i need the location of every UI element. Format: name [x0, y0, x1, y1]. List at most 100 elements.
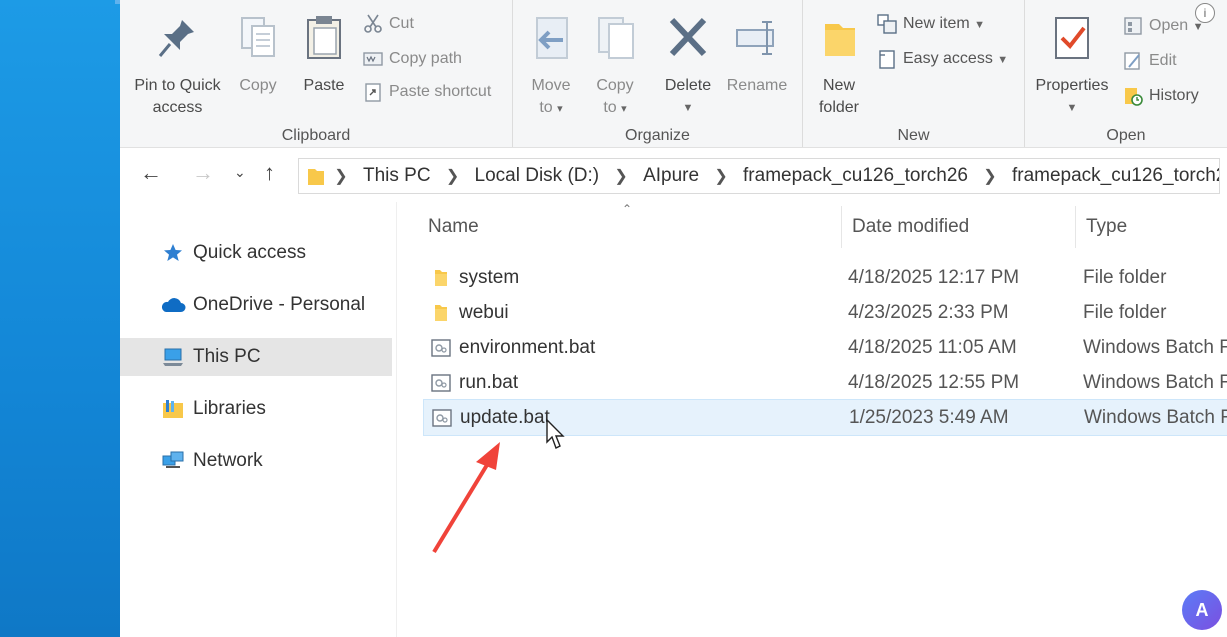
copy-to-button[interactable]: Copy to ▾	[589, 14, 641, 120]
breadcrumb-framepack-current[interactable]: framepack_cu126_torch26	[1012, 159, 1219, 193]
easy-access-icon	[879, 50, 895, 69]
help-info-button[interactable]: i	[1195, 3, 1215, 23]
forward-arrow-icon[interactable]: →	[192, 160, 214, 186]
properties-label: Properties	[1035, 77, 1109, 94]
file-name: run.bat	[459, 372, 519, 393]
easy-access-button[interactable]: Easy access ▼	[877, 47, 1008, 71]
file-name: webui	[459, 302, 509, 323]
history-button[interactable]: History	[1123, 84, 1199, 108]
paste-shortcut-label: Paste shortcut	[389, 83, 492, 100]
paste-shortcut-button[interactable]: Paste shortcut	[363, 80, 491, 104]
column-header-name[interactable]: Name	[428, 216, 479, 238]
file-name: environment.bat	[459, 337, 596, 358]
rename-icon	[736, 21, 774, 55]
new-folder-label-line1: New	[822, 77, 855, 94]
network-icon	[162, 451, 184, 468]
desktop-background	[0, 0, 210, 637]
new-folder-icon	[825, 24, 855, 56]
new-group-title: New	[897, 127, 930, 144]
new-group: New folder New item ▼ Easy access ▼ New	[803, 0, 1025, 147]
column-header-type[interactable]: Type	[1086, 216, 1127, 238]
file-name: system	[459, 267, 520, 288]
up-arrow-icon[interactable]: ↑	[264, 160, 275, 186]
clipboard-group: Pin to Quick access Copy Paste Cut Copy …	[120, 0, 513, 147]
file-type: Windows Batch File	[1083, 337, 1227, 358]
open-button[interactable]: Open ▼	[1123, 14, 1203, 38]
rename-label: Rename	[726, 77, 788, 94]
new-item-button[interactable]: New item ▼	[877, 12, 985, 36]
cut-button[interactable]: Cut	[363, 12, 414, 36]
breadcrumb-aipure[interactable]: AIpure	[643, 159, 699, 193]
paste-button[interactable]: Paste	[296, 14, 352, 97]
file-explorer-window: Pin to Quick access Copy Paste Cut Copy …	[120, 0, 1227, 637]
file-type: Windows Batch File	[1083, 372, 1227, 393]
file-row-environment-bat[interactable]: environment.bat 4/18/2025 11:05 AM Windo…	[423, 330, 1227, 365]
address-bar[interactable]: ❯ This PC ❯ Local Disk (D:) ❯ AIpure ❯ f…	[298, 158, 1220, 194]
edit-pencil-icon	[1124, 52, 1140, 70]
copy-button[interactable]: Copy	[232, 14, 284, 97]
new-item-label: New item	[903, 15, 970, 32]
nav-item-this-pc[interactable]: This PC	[120, 338, 392, 376]
breadcrumb-framepack-parent[interactable]: framepack_cu126_torch26	[743, 159, 968, 193]
file-row-run-bat[interactable]: run.bat 4/18/2025 12:55 PM Windows Batch…	[423, 365, 1227, 400]
recent-locations-chevron-icon[interactable]: ⌄	[234, 164, 246, 181]
nav-item-onedrive[interactable]: OneDrive - Personal	[120, 286, 392, 324]
folder-icon	[435, 305, 447, 321]
pin-label-line2: access	[152, 99, 203, 116]
cloud-icon	[161, 298, 186, 312]
new-folder-label-line2: folder	[818, 99, 860, 116]
breadcrumb-separator-icon: ❯	[714, 168, 728, 185]
file-type: File folder	[1083, 267, 1167, 288]
file-type: Windows Batch File	[1084, 407, 1227, 428]
column-header-date-modified[interactable]: Date modified	[852, 216, 969, 238]
history-label: History	[1149, 87, 1199, 104]
column-divider[interactable]	[841, 206, 842, 248]
pin-to-quick-access-button[interactable]: Pin to Quick access	[130, 14, 225, 119]
file-date: 1/25/2023 5:49 AM	[849, 407, 1009, 428]
copy-label: Copy	[239, 77, 277, 94]
rename-button[interactable]: Rename	[724, 14, 790, 97]
paste-label: Paste	[303, 77, 345, 94]
nav-item-network[interactable]: Network	[120, 442, 392, 480]
breadcrumb-local-disk[interactable]: Local Disk (D:)	[475, 159, 600, 193]
batch-file-icon	[431, 339, 451, 357]
file-row-webui[interactable]: webui 4/23/2025 2:33 PM File folder	[423, 295, 1227, 330]
nav-item-libraries[interactable]: Libraries	[120, 390, 392, 428]
breadcrumb-this-pc[interactable]: This PC	[363, 159, 431, 193]
mouse-cursor-icon	[546, 418, 565, 449]
watermark-logo-icon: A	[1182, 590, 1222, 630]
open-label: Open	[1149, 17, 1189, 34]
nav-label: Libraries	[193, 398, 266, 419]
back-arrow-icon[interactable]: ←	[140, 160, 162, 186]
scissors-icon	[364, 14, 382, 33]
move-to-label-line2: to	[539, 99, 553, 116]
file-row-system[interactable]: system 4/18/2025 12:17 PM File folder	[423, 260, 1227, 295]
new-folder-button[interactable]: New folder	[811, 14, 867, 119]
pane-divider[interactable]	[396, 202, 397, 637]
delete-button[interactable]: Delete ▼	[660, 14, 716, 119]
copy-path-button[interactable]: Copy path	[363, 47, 462, 71]
properties-button[interactable]: Properties ▼	[1031, 14, 1113, 119]
move-to-button[interactable]: Move to ▾	[525, 14, 577, 120]
delete-x-icon	[669, 17, 707, 57]
copy-path-label: Copy path	[389, 50, 462, 67]
properties-checkmark-icon	[1055, 17, 1089, 59]
move-to-icon	[536, 17, 568, 59]
edit-label: Edit	[1149, 52, 1177, 69]
copy-to-icon	[598, 17, 634, 59]
breadcrumb-separator-icon: ❯	[983, 168, 997, 185]
clipboard-group-title: Clipboard	[281, 127, 351, 144]
nav-label: OneDrive - Personal	[193, 294, 366, 315]
delete-label: Delete	[664, 77, 712, 94]
column-divider[interactable]	[1075, 206, 1076, 248]
history-icon	[1125, 87, 1143, 106]
organize-group: Move to ▾ Copy to ▾ Delete ▼ Rename Orga…	[513, 0, 803, 147]
folder-icon	[435, 270, 447, 286]
nav-label: Quick access	[193, 242, 306, 263]
open-icon	[1124, 17, 1142, 35]
paste-icon	[307, 16, 341, 59]
edit-button[interactable]: Edit	[1123, 49, 1177, 73]
navigation-pane: Quick access OneDrive - Personal This PC…	[120, 202, 395, 637]
sort-ascending-icon: ⌃	[622, 202, 633, 216]
nav-item-quick-access[interactable]: Quick access	[120, 234, 392, 272]
